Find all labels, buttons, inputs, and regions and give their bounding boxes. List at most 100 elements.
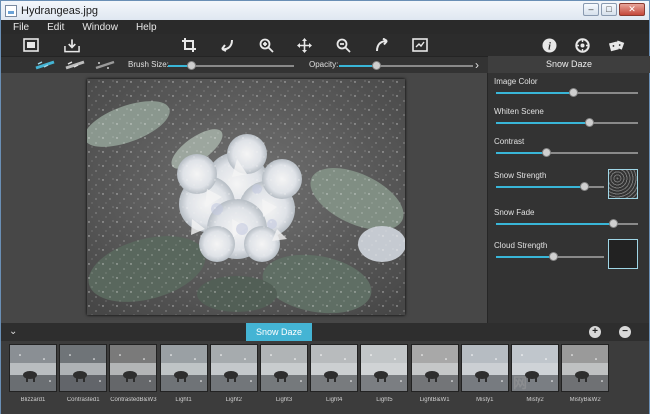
preset-thumbnail[interactable]: Light1 bbox=[159, 344, 208, 403]
redo-icon[interactable] bbox=[374, 37, 390, 53]
menu-window[interactable]: Window bbox=[82, 22, 118, 33]
info-icon[interactable]: i bbox=[541, 37, 557, 53]
param-slider-knob[interactable] bbox=[569, 88, 579, 97]
preset-thumbnail-label: Light1 bbox=[175, 397, 192, 403]
param-slider[interactable] bbox=[496, 88, 638, 97]
preset-thumbnail-image bbox=[410, 344, 459, 392]
param-slider[interactable] bbox=[496, 148, 638, 157]
param-slider-fill bbox=[496, 256, 555, 258]
param-slider-fill bbox=[496, 122, 590, 124]
opacity-knob[interactable] bbox=[371, 61, 381, 70]
brush-preset-3-icon[interactable] bbox=[94, 60, 116, 70]
preset-thumbnail-image bbox=[159, 344, 208, 392]
fit-screen-icon[interactable] bbox=[412, 37, 428, 53]
panel-header: Snow Daze bbox=[488, 56, 650, 73]
param-slider[interactable] bbox=[496, 252, 604, 261]
param-slider-knob[interactable] bbox=[608, 219, 618, 228]
panel-toggle-arrow[interactable]: › bbox=[475, 58, 479, 72]
open-image-icon[interactable] bbox=[23, 37, 39, 53]
zoom-in-icon[interactable] bbox=[258, 37, 274, 53]
preset-strip-bar bbox=[1, 323, 649, 341]
param-label: Cloud Strength bbox=[494, 241, 548, 250]
param-label: Snow Fade bbox=[494, 208, 535, 217]
brush-size-slider[interactable] bbox=[168, 61, 294, 70]
brush-size-label: Brush Size: bbox=[128, 60, 169, 69]
minimize-button[interactable]: – bbox=[583, 3, 599, 16]
preset-thumbnail-label: Contrasted1 bbox=[66, 397, 100, 403]
preset-thumbnail-label: Blizzard1 bbox=[20, 397, 46, 403]
move-icon[interactable] bbox=[296, 37, 312, 53]
preset-thumbnail-label: MistyB&W2 bbox=[569, 397, 601, 403]
param-label: Image Color bbox=[494, 77, 538, 86]
param-slider-knob[interactable] bbox=[584, 118, 594, 127]
texture-swatch[interactable] bbox=[608, 239, 638, 269]
param-slider-knob[interactable] bbox=[542, 148, 552, 157]
panel-title: Snow Daze bbox=[545, 59, 593, 69]
preset-thumbnail-image bbox=[59, 344, 108, 392]
collapse-strip-icon[interactable]: ⌄ bbox=[9, 326, 21, 338]
param-slider[interactable] bbox=[496, 182, 604, 191]
preset-thumbnail-label: ContrastedB&W3 bbox=[110, 397, 157, 403]
maximize-button[interactable]: □ bbox=[601, 3, 617, 16]
preset-thumbnail[interactable]: Light4 bbox=[310, 344, 359, 403]
preset-thumbnail-image bbox=[561, 344, 610, 392]
preset-thumbnail-image bbox=[9, 344, 57, 392]
preset-thumbnail[interactable]: Light2 bbox=[209, 344, 258, 403]
undo-icon[interactable] bbox=[219, 37, 235, 53]
effect-settings-panel: Snow Daze Image Color Whiten Scene Contras… bbox=[487, 56, 650, 323]
preset-thumbnail[interactable]: Blizzard1 bbox=[9, 344, 57, 403]
param-label: Contrast bbox=[494, 137, 525, 146]
preset-thumbnail-image bbox=[260, 344, 308, 392]
menu-help[interactable]: Help bbox=[136, 22, 157, 33]
param-slider-knob[interactable] bbox=[549, 252, 559, 261]
settings-icon[interactable] bbox=[574, 37, 590, 53]
opacity-slider[interactable] bbox=[339, 61, 473, 70]
param-slider-fill bbox=[496, 152, 548, 154]
preset-thumbnail[interactable]: Contrasted1 bbox=[59, 344, 108, 403]
param-slider-knob[interactable] bbox=[579, 182, 589, 191]
dice-icon[interactable] bbox=[609, 37, 625, 53]
window-title: Hydrangeas.jpg bbox=[21, 4, 99, 17]
opacity-label: Opacity: bbox=[309, 60, 339, 69]
main-toolbar: i bbox=[1, 34, 649, 56]
remove-preset-button[interactable]: − bbox=[619, 326, 631, 338]
preset-thumbnail[interactable]: LightB&W1 bbox=[410, 344, 459, 403]
svg-text:i: i bbox=[548, 41, 551, 52]
preset-thumbnail[interactable]: Light3 bbox=[260, 344, 308, 403]
preset-thumbnail-label: Misty2 bbox=[526, 397, 544, 403]
preset-thumbnail-label: Light5 bbox=[376, 397, 393, 403]
brush-preset-2-icon[interactable] bbox=[64, 60, 86, 70]
preset-thumbnail[interactable]: ContrastedB&W3 bbox=[109, 344, 158, 403]
opacity-fill bbox=[339, 65, 377, 67]
title-bar: Hydrangeas.jpg – □ ✕ bbox=[1, 1, 649, 20]
param-slider-fill bbox=[496, 92, 575, 94]
add-preset-button[interactable]: + bbox=[589, 326, 601, 338]
menu-edit[interactable]: Edit bbox=[47, 22, 64, 33]
save-icon[interactable] bbox=[64, 37, 80, 53]
param-slider[interactable] bbox=[496, 118, 638, 127]
preset-thumbnail[interactable]: Light5 bbox=[360, 344, 409, 403]
menu-file[interactable]: File bbox=[13, 22, 29, 33]
preset-thumbnail-label: Light2 bbox=[225, 397, 242, 403]
preset-thumbnail[interactable]: Misty1 bbox=[460, 344, 509, 403]
preset-thumbnail-label: Light4 bbox=[326, 397, 343, 403]
active-preset-tab[interactable]: Snow Daze bbox=[246, 323, 312, 341]
zoom-out-icon[interactable] bbox=[335, 37, 351, 53]
brush-preset-1-icon[interactable] bbox=[34, 60, 56, 70]
param-slider[interactable] bbox=[496, 219, 638, 228]
canvas-area[interactable] bbox=[1, 73, 487, 323]
menu-bar: File Edit Window Help bbox=[1, 20, 649, 34]
preset-thumbnail-label: LightB&W1 bbox=[419, 397, 450, 403]
crop-icon[interactable] bbox=[181, 37, 197, 53]
preset-thumbnail-label: Light3 bbox=[275, 397, 293, 403]
app-icon bbox=[5, 4, 17, 17]
param-slider-fill bbox=[496, 223, 614, 225]
preset-thumbnail[interactable]: MistyB&W2 bbox=[561, 344, 610, 403]
edited-photo[interactable] bbox=[87, 79, 405, 315]
close-button[interactable]: ✕ bbox=[619, 3, 645, 16]
preset-thumbnail-image bbox=[109, 344, 158, 392]
watermark: 网 bbox=[513, 375, 527, 391]
texture-swatch[interactable] bbox=[608, 169, 638, 199]
preset-thumbnail-image bbox=[460, 344, 509, 392]
brush-size-knob[interactable] bbox=[186, 61, 196, 70]
